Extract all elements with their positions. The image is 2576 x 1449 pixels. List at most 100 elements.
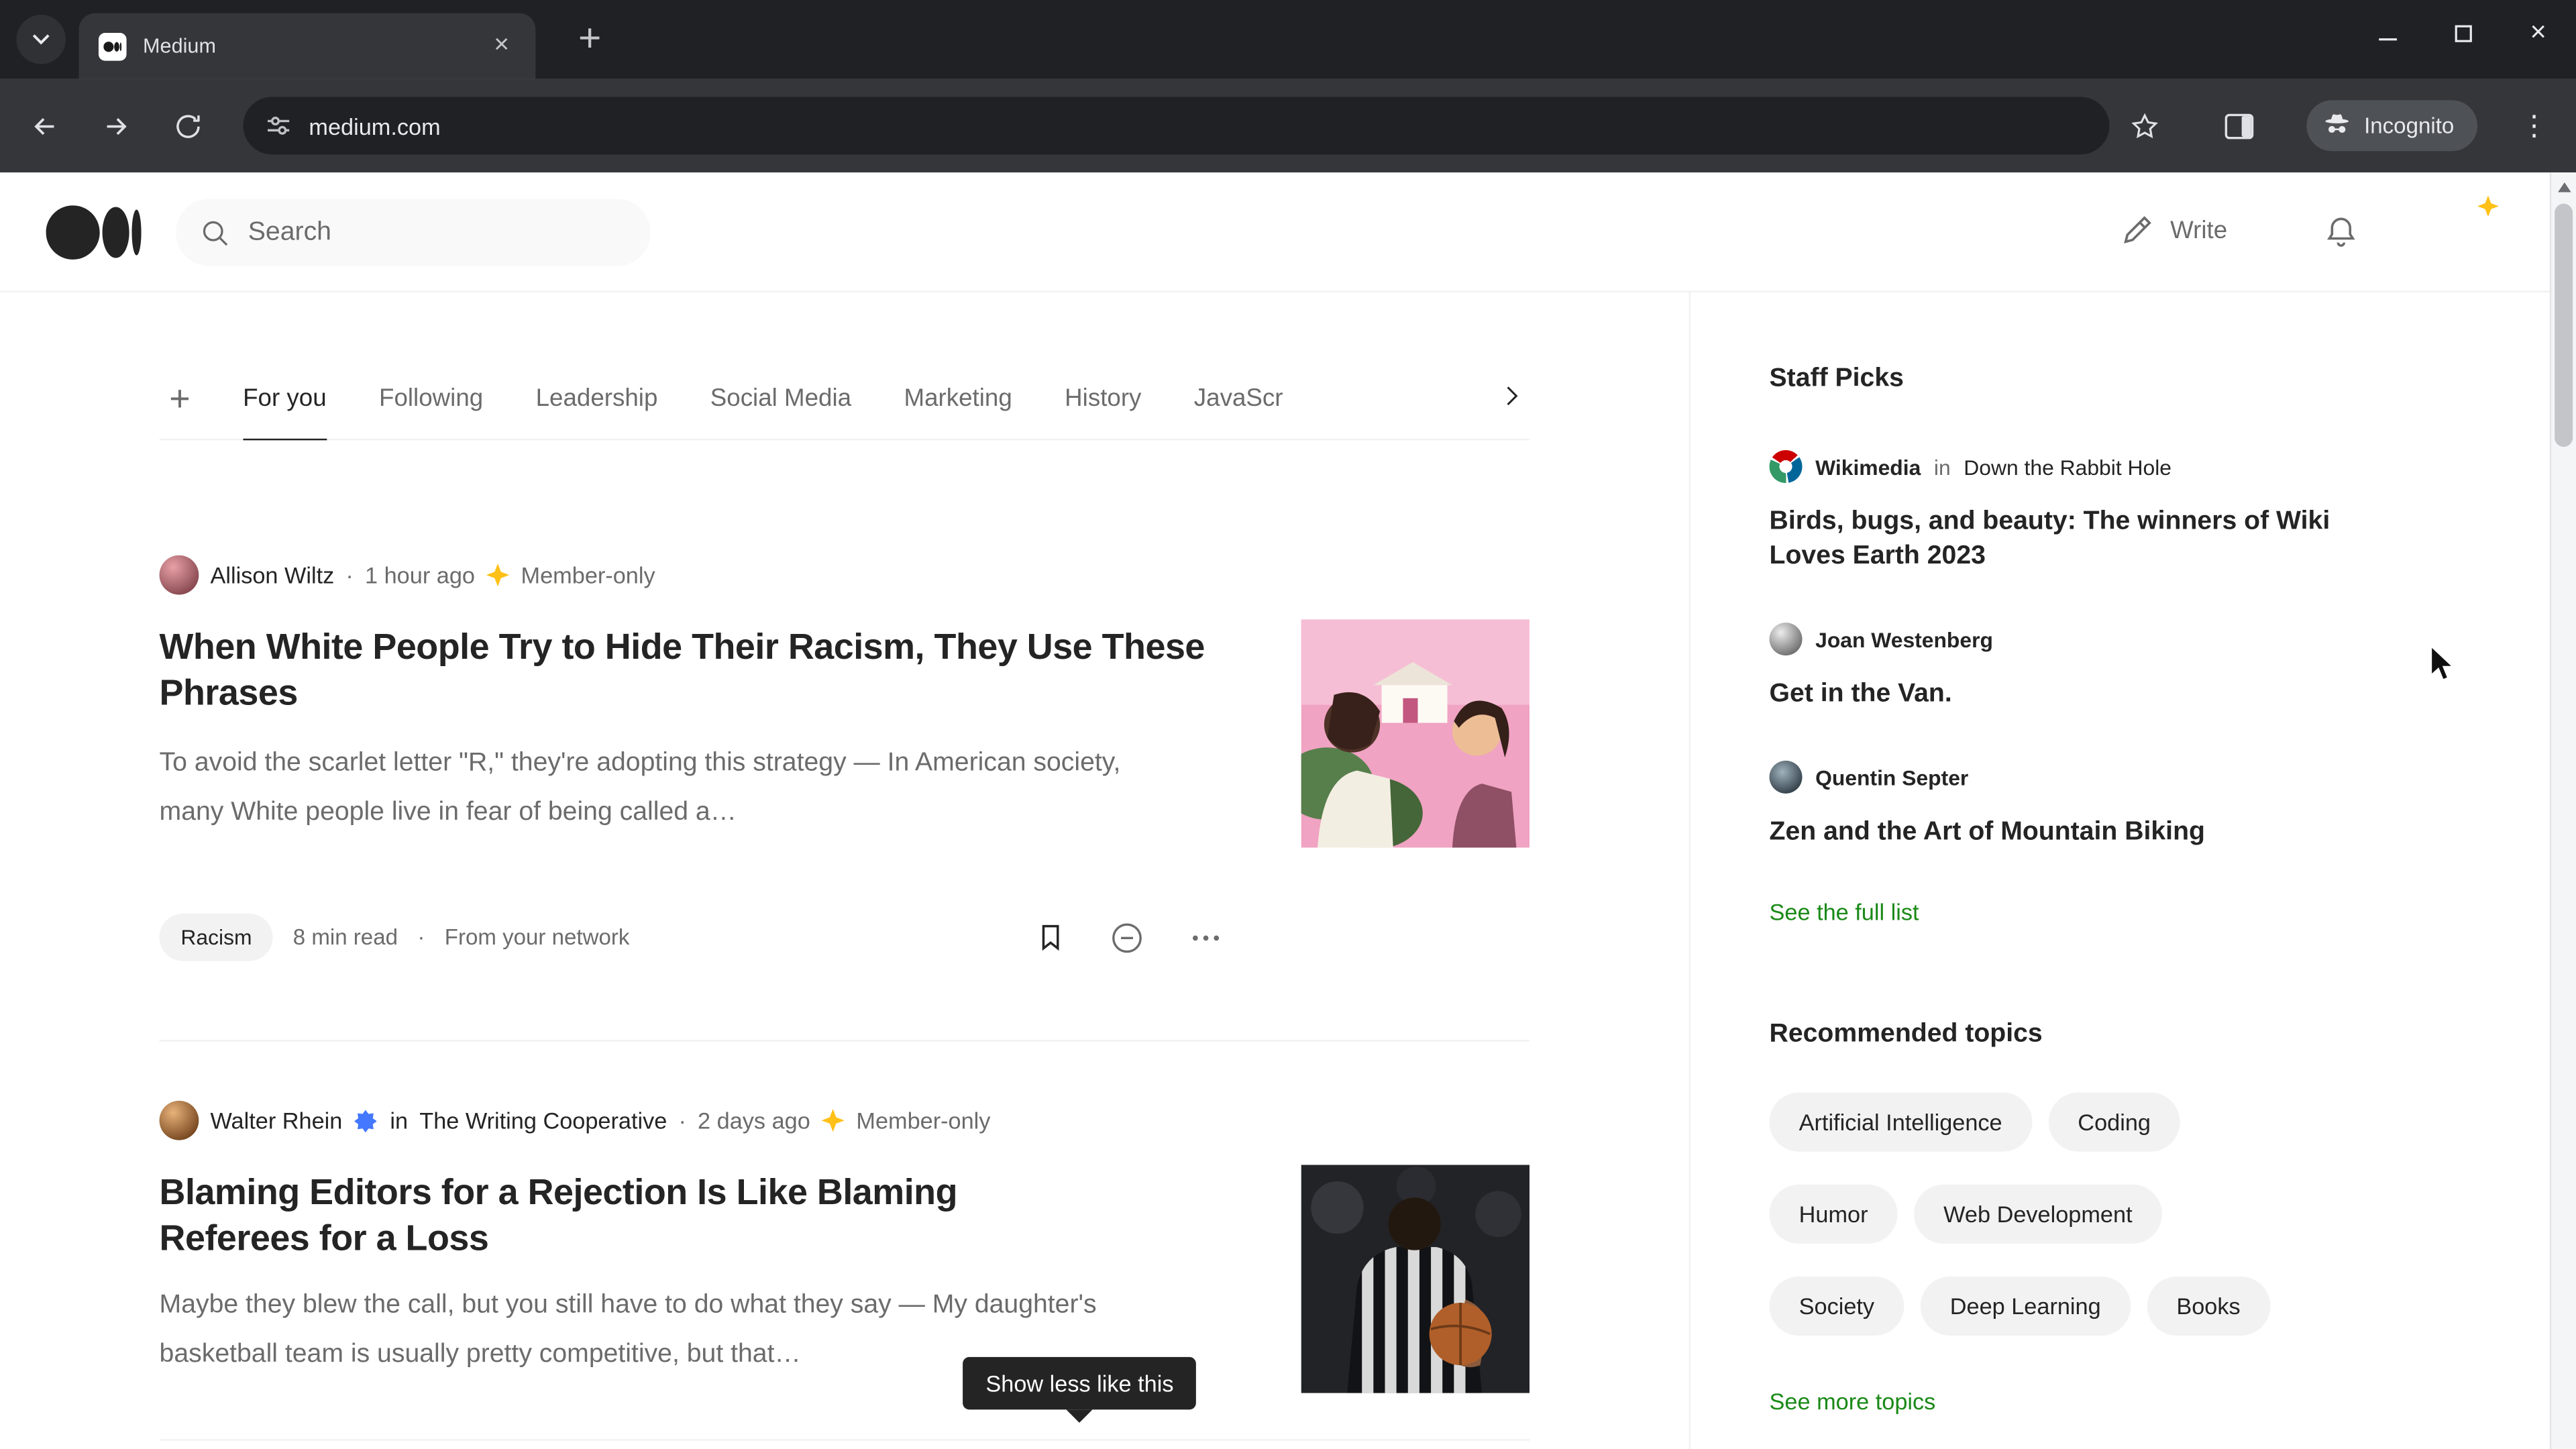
read-time: 8 min read — [292, 924, 398, 950]
member-only-label: Member-only — [856, 1107, 991, 1134]
topic-pill-books[interactable]: Books — [2147, 1276, 2270, 1336]
staff-pick-byline[interactable]: Joan Westenberg — [1769, 623, 2466, 656]
article-time: 2 days ago — [698, 1107, 810, 1134]
topic-pill-humor[interactable]: Humor — [1769, 1184, 1898, 1244]
see-more-topics-link[interactable]: See more topics — [1770, 1388, 1936, 1414]
content-divider — [1688, 292, 1691, 1449]
feed-tab-bar: + For you Following Leadership Social Me… — [159, 358, 1530, 441]
incognito-label: Incognito — [2364, 113, 2455, 138]
author-avatar — [159, 555, 199, 595]
topic-pill-artificial-intelligence[interactable]: Artificial Intelligence — [1769, 1092, 2032, 1152]
staff-pick-item: Joan Westenberg Get in the Van. — [1769, 623, 2466, 711]
forward-button[interactable] — [100, 109, 133, 142]
staff-pick-title[interactable]: Birds, bugs, and beauty: The winners of … — [1770, 504, 2358, 574]
new-tab-button[interactable]: + — [565, 15, 614, 64]
search-icon — [203, 220, 228, 246]
add-topic-icon[interactable]: + — [169, 377, 190, 420]
search-box — [176, 199, 651, 266]
tab-leadership[interactable]: Leadership — [536, 358, 658, 440]
article-footer: Racism 8 min read · From your network — [159, 913, 1224, 961]
browser-tabstrip: Medium × + × — [0, 0, 2576, 79]
notifications-bell-icon[interactable] — [2323, 213, 2359, 260]
site-header: Write — [0, 172, 2576, 292]
tab-for-you[interactable]: For you — [243, 358, 327, 441]
wikimedia-logo-icon — [1769, 450, 1803, 484]
bookmark-star-icon[interactable] — [2129, 110, 2161, 142]
verified-badge-icon — [355, 1109, 378, 1132]
recommended-topics-heading: Recommended topics — [1769, 1020, 2043, 1049]
scrollbar-thumb[interactable] — [2555, 203, 2573, 447]
article-excerpt[interactable]: To avoid the scarlet letter "R," they're… — [160, 739, 1159, 838]
source-label: From your network — [444, 924, 630, 950]
article-thumbnail[interactable] — [1301, 1165, 1530, 1393]
topic-pill-society[interactable]: Society — [1769, 1276, 1904, 1336]
tab-history[interactable]: History — [1065, 358, 1141, 440]
article-divider — [159, 1439, 1530, 1441]
back-button[interactable] — [28, 109, 61, 142]
in-word: in — [1933, 454, 1951, 479]
browser-tab[interactable]: Medium × — [78, 13, 536, 79]
article-time: 1 hour ago — [365, 561, 475, 588]
tab-javascript[interactable]: JavaScript — [1194, 358, 1283, 439]
article-title[interactable]: Blaming Editors for a Rejection Is Like … — [160, 1170, 1096, 1262]
side-panel-icon[interactable] — [2224, 113, 2254, 139]
article-card-2: Walter Rhein in The Writing Cooperative … — [159, 1100, 1530, 1439]
see-full-list-link[interactable]: See the full list — [1770, 899, 1919, 925]
reload-button[interactable] — [172, 110, 204, 142]
medium-logo[interactable] — [46, 205, 142, 268]
bookmark-icon[interactable] — [1035, 922, 1067, 953]
maximize-button[interactable] — [2425, 0, 2501, 66]
article-thumbnail[interactable] — [1301, 619, 1530, 848]
tag-pill[interactable]: Racism — [159, 913, 274, 961]
browser-menu-icon[interactable]: ⋮ — [2520, 109, 2548, 142]
article-byline[interactable]: Walter Rhein in The Writing Cooperative … — [159, 1100, 991, 1140]
more-options-icon[interactable] — [1188, 919, 1224, 955]
search-input[interactable] — [248, 217, 577, 248]
close-button[interactable]: × — [2500, 0, 2576, 66]
topic-pill-coding[interactable]: Coding — [2048, 1092, 2181, 1152]
profile-avatar[interactable] — [2438, 195, 2499, 258]
author-name[interactable]: Walter Rhein — [210, 1108, 342, 1134]
tab-search-button[interactable] — [16, 15, 66, 64]
tab-marketing[interactable]: Marketing — [904, 358, 1012, 440]
publication-name[interactable]: The Writing Cooperative — [419, 1108, 667, 1134]
staff-pick-byline[interactable]: Quentin Septer — [1769, 760, 2466, 794]
topic-row: Humor Web Development — [1769, 1184, 2466, 1244]
window-controls: × — [2349, 0, 2576, 66]
article-title[interactable]: When White People Try to Hide Their Raci… — [160, 625, 1218, 716]
scrollbar-up-arrow[interactable] — [2551, 172, 2576, 201]
minimize-button[interactable] — [2349, 0, 2425, 66]
staff-pick-author[interactable]: Wikimedia — [1815, 454, 1921, 479]
tab-close-icon[interactable]: × — [488, 30, 516, 62]
topic-row: Society Deep Learning Books — [1769, 1276, 2466, 1336]
staff-pick-author[interactable]: Joan Westenberg — [1815, 627, 1993, 651]
article-card-1: Allison Wiltz · 1 hour ago Member-only W… — [159, 555, 1530, 1040]
site-settings-icon[interactable] — [266, 113, 291, 138]
tabs-scroll-right-icon[interactable] — [1497, 381, 1526, 419]
medium-favicon-icon — [98, 32, 127, 60]
show-less-icon[interactable] — [1109, 919, 1145, 955]
member-star-icon — [821, 1109, 845, 1132]
incognito-icon — [2325, 114, 2349, 133]
dot-separator: · — [678, 1107, 686, 1134]
tab-following[interactable]: Following — [379, 358, 483, 440]
topic-row: Artificial Intelligence Coding — [1769, 1092, 2466, 1152]
staff-pick-item: Quentin Septer Zen and the Art of Mounta… — [1769, 760, 2466, 849]
author-avatar — [159, 1100, 199, 1140]
page-scrollbar[interactable] — [2549, 172, 2576, 1449]
staff-pick-byline[interactable]: Wikimedia in Down the Rabbit Hole — [1769, 450, 2466, 484]
tab-social-media[interactable]: Social Media — [710, 358, 851, 440]
staff-pick-title[interactable]: Get in the Van. — [1770, 677, 2358, 711]
article-byline[interactable]: Allison Wiltz · 1 hour ago Member-only — [159, 555, 655, 595]
staff-pick-publication[interactable]: Down the Rabbit Hole — [1964, 454, 2171, 479]
topic-pill-deep-learning[interactable]: Deep Learning — [1920, 1276, 2131, 1336]
medium-page: Write + For you Following Leadership Soc… — [0, 172, 2576, 1449]
address-bar[interactable]: medium.com — [243, 97, 2110, 155]
feed-column: + For you Following Leadership Social Me… — [159, 292, 1530, 1449]
author-name[interactable]: Allison Wiltz — [210, 562, 334, 588]
staff-pick-author[interactable]: Quentin Septer — [1815, 765, 1968, 790]
write-button[interactable]: Write — [2119, 212, 2227, 248]
staff-pick-title[interactable]: Zen and the Art of Mountain Biking — [1770, 815, 2358, 849]
incognito-badge: Incognito — [2306, 100, 2477, 152]
topic-pill-web-development[interactable]: Web Development — [1914, 1184, 2162, 1244]
